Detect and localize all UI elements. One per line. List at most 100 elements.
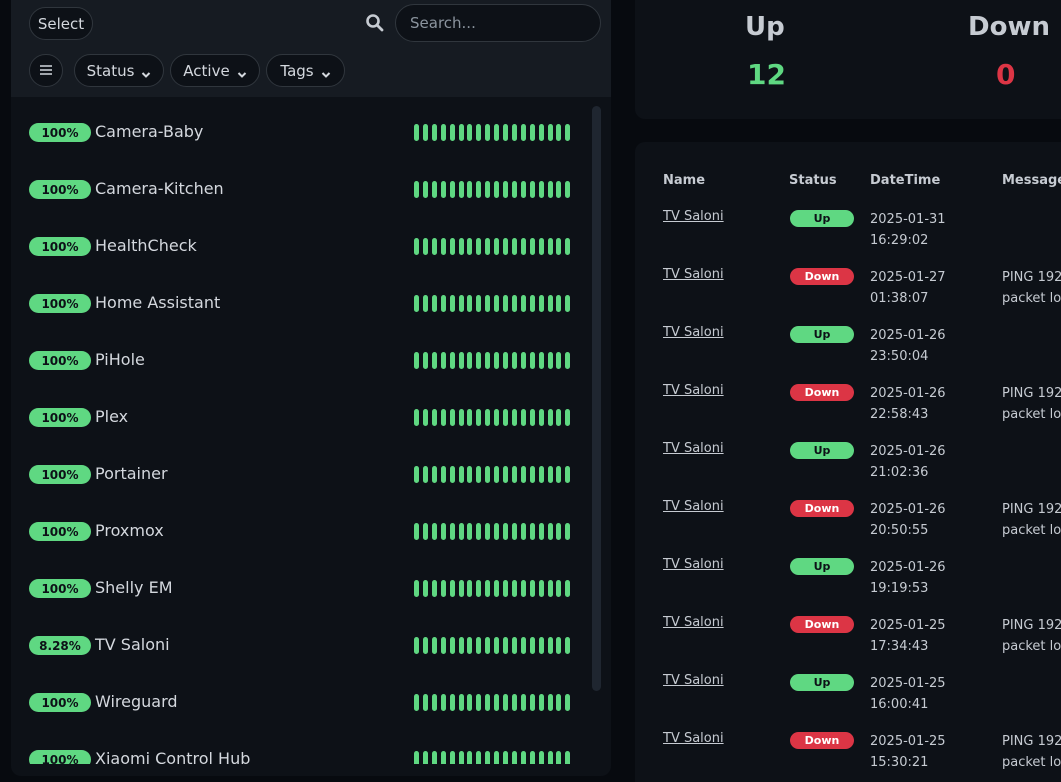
heartbeat-tick xyxy=(467,352,473,369)
monitor-name: Portainer xyxy=(95,464,168,483)
event-time: 15:30:21 xyxy=(870,755,929,770)
event-time: 01:38:07 xyxy=(870,291,929,306)
heartbeat-tick xyxy=(494,238,500,255)
event-monitor-link[interactable]: TV Saloni xyxy=(663,499,724,514)
monitor-name: PiHole xyxy=(95,350,145,369)
event-time: 20:50:55 xyxy=(870,523,929,538)
status-badge: Down xyxy=(790,268,854,285)
monitor-item[interactable]: 100% Plex xyxy=(11,389,591,446)
heartbeat-tick xyxy=(440,352,446,369)
uptime-badge: 100% xyxy=(29,465,91,484)
heartbeat-tick xyxy=(485,466,491,483)
heartbeat-tick xyxy=(529,580,535,597)
event-message: PING 192 packet los xyxy=(1002,267,1061,309)
heartbeat-tick xyxy=(511,295,517,312)
heartbeat-tick xyxy=(547,181,553,198)
monitor-name: Wireguard xyxy=(95,692,178,711)
monitor-item[interactable]: 100% Home Assistant xyxy=(11,275,591,332)
select-button[interactable]: Select xyxy=(29,7,93,40)
heartbeat-tick xyxy=(458,124,464,141)
heartbeat-tick xyxy=(503,751,508,764)
event-monitor-link[interactable]: TV Saloni xyxy=(663,383,724,398)
status-badge: Up xyxy=(790,210,854,227)
list-scrollbar[interactable] xyxy=(592,106,601,691)
heartbeat-tick xyxy=(485,751,491,764)
event-monitor-link[interactable]: TV Saloni xyxy=(663,267,724,282)
heartbeat-tick xyxy=(503,637,508,654)
heartbeat-tick xyxy=(511,466,517,483)
heartbeat-tick xyxy=(565,124,571,141)
monitor-item[interactable]: 100% HealthCheck xyxy=(11,218,591,275)
uptime-badge: 100% xyxy=(29,351,91,370)
tags-filter-dropdown[interactable]: Tags xyxy=(266,54,345,87)
heartbeat-tick xyxy=(556,352,562,369)
search-input[interactable] xyxy=(395,4,601,42)
table-row: TV Saloni Up 2025-01-26 23:50:04 xyxy=(635,316,1061,374)
monitor-item[interactable]: 8.28% TV Saloni xyxy=(11,617,591,674)
down-count: 0 xyxy=(996,58,1016,91)
monitor-item[interactable]: 100% PiHole xyxy=(11,332,591,389)
heartbeat-tick xyxy=(476,352,482,369)
heartbeat-tick xyxy=(529,751,535,764)
event-monitor-link[interactable]: TV Saloni xyxy=(663,731,724,746)
heartbeat-tick xyxy=(538,751,544,764)
active-filter-dropdown[interactable]: Active xyxy=(170,54,260,87)
event-message-line: PING 192 xyxy=(1002,386,1061,401)
event-monitor-link[interactable]: TV Saloni xyxy=(663,209,724,224)
event-datetime: 2025-01-27 01:38:07 xyxy=(870,267,946,309)
heartbeat-tick xyxy=(476,295,482,312)
heartbeat-tick xyxy=(422,352,428,369)
heartbeat-tick xyxy=(449,523,455,540)
monitor-item[interactable]: 100% Proxmox xyxy=(11,503,591,560)
monitor-item[interactable]: 100% Portainer xyxy=(11,446,591,503)
event-monitor-link[interactable]: TV Saloni xyxy=(663,557,724,572)
heartbeat-tick xyxy=(414,238,419,255)
event-monitor-link[interactable]: TV Saloni xyxy=(663,615,724,630)
table-row: TV Saloni Down 2025-01-25 17:34:43 PING 1… xyxy=(635,606,1061,664)
heartbeat-tick xyxy=(467,466,473,483)
heartbeat-tick xyxy=(431,181,437,198)
heartbeat-tick xyxy=(565,295,571,312)
uptime-badge: 100% xyxy=(29,180,91,199)
event-date: 2025-01-26 xyxy=(870,560,946,575)
monitor-item[interactable]: 100% Xiaomi Control Hub xyxy=(11,731,591,764)
heartbeat-tick xyxy=(449,466,455,483)
status-filter-dropdown[interactable]: Status xyxy=(74,54,164,87)
heartbeat-tick xyxy=(414,409,419,426)
heartbeat-tick xyxy=(520,694,526,711)
monitor-item[interactable]: 100% Camera-Kitchen xyxy=(11,161,591,218)
heartbeat-bar xyxy=(414,580,574,597)
heartbeat-tick xyxy=(476,523,482,540)
select-all-toggle[interactable] xyxy=(29,54,63,87)
heartbeat-tick xyxy=(449,124,455,141)
heartbeat-tick xyxy=(547,295,553,312)
heartbeat-tick xyxy=(431,409,437,426)
monitor-name: Proxmox xyxy=(95,521,164,540)
event-monitor-link[interactable]: TV Saloni xyxy=(663,441,724,456)
heartbeat-tick xyxy=(449,181,455,198)
uptime-badge: 100% xyxy=(29,408,91,427)
heartbeat-tick xyxy=(538,238,544,255)
heartbeat-tick xyxy=(511,124,517,141)
event-date: 2025-01-26 xyxy=(870,328,946,343)
heartbeat-tick xyxy=(458,523,464,540)
heartbeat-bar xyxy=(414,181,574,198)
heartbeat-bar xyxy=(414,352,574,369)
event-monitor-link[interactable]: TV Saloni xyxy=(663,325,724,340)
heartbeat-tick xyxy=(503,295,508,312)
monitor-item[interactable]: 100% Wireguard xyxy=(11,674,591,731)
heartbeat-tick xyxy=(511,409,517,426)
heartbeat-tick xyxy=(494,352,500,369)
monitor-item[interactable]: 100% Camera-Baby xyxy=(11,104,591,161)
event-monitor-link[interactable]: TV Saloni xyxy=(663,673,724,688)
heartbeat-tick xyxy=(440,580,446,597)
heartbeat-tick xyxy=(422,694,428,711)
monitor-name: Home Assistant xyxy=(95,293,221,312)
search-icon[interactable] xyxy=(365,13,385,33)
heartbeat-tick xyxy=(431,751,437,764)
heartbeat-tick xyxy=(467,694,473,711)
monitor-item[interactable]: 100% Shelly EM xyxy=(11,560,591,617)
heartbeat-tick xyxy=(494,694,500,711)
status-badge: Down xyxy=(790,616,854,633)
heartbeat-tick xyxy=(511,694,517,711)
